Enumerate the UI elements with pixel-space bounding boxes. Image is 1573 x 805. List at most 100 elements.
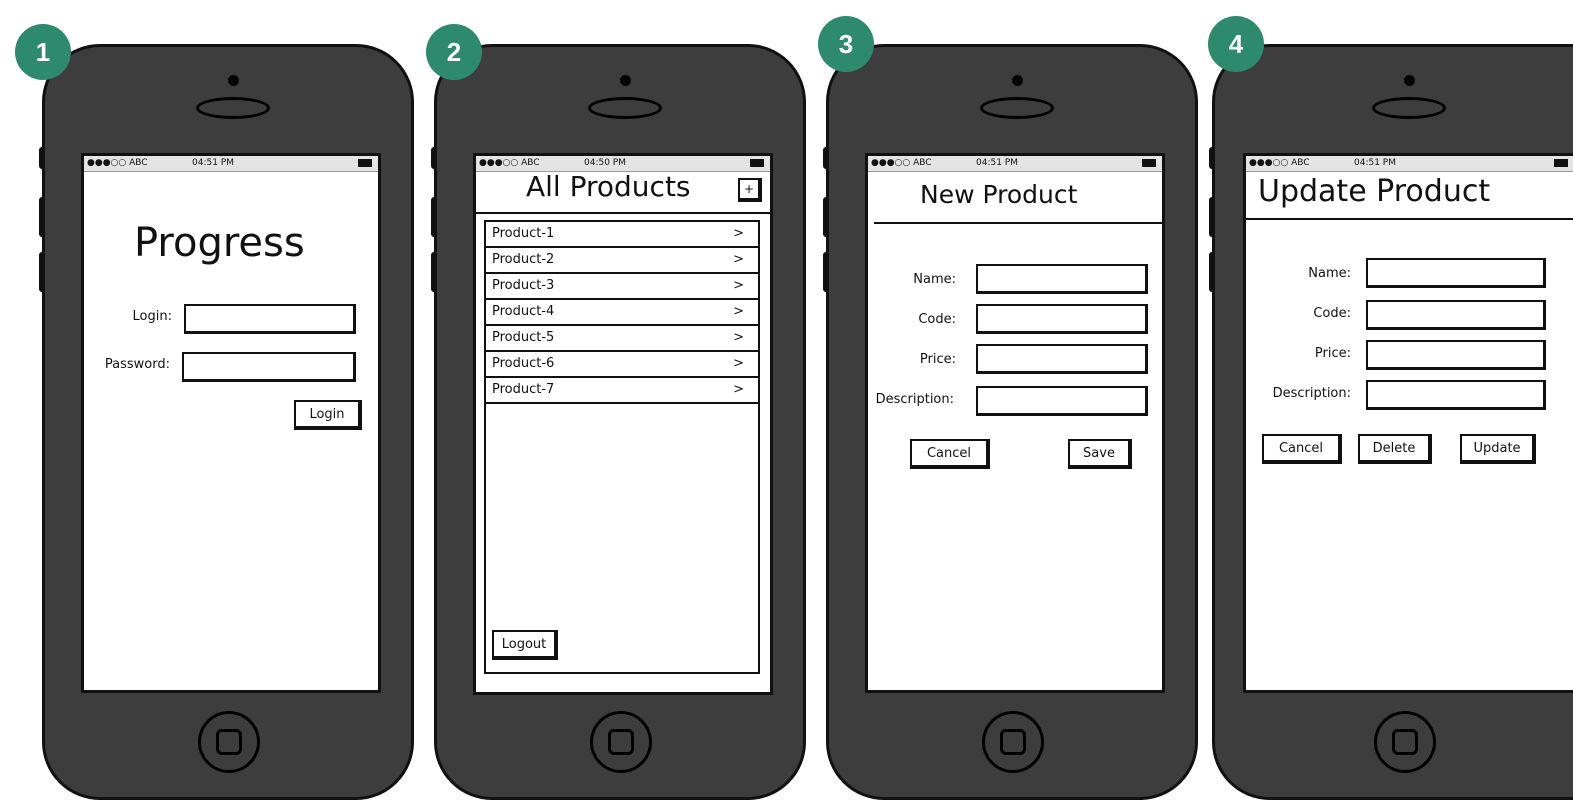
code-field[interactable] (976, 304, 1148, 334)
description-field[interactable] (1366, 380, 1546, 410)
clock-label: 04:50 PM (584, 158, 626, 168)
step-badge-1: 1 (15, 24, 71, 80)
home-button[interactable] (1374, 711, 1436, 773)
step-badge-4: 4 (1208, 16, 1264, 72)
home-button[interactable] (198, 711, 260, 773)
price-label: Price: (1314, 346, 1351, 361)
side-button (39, 252, 45, 292)
speaker-icon (196, 97, 270, 119)
description-field[interactable] (976, 386, 1148, 416)
description-label: Description: (875, 392, 954, 407)
price-label: Price: (919, 352, 956, 367)
phone-3: ●●●○○ ABC 04:51 PM New Product Name: Cod… (823, 44, 1198, 800)
cancel-button[interactable]: Cancel (1262, 434, 1342, 464)
password-field[interactable] (182, 352, 356, 382)
product-name: Product-4 (492, 304, 555, 319)
battery-icon (358, 159, 372, 167)
clock-label: 04:51 PM (1354, 158, 1396, 168)
side-button (1209, 197, 1215, 237)
list-item[interactable]: Product-4 > (486, 300, 758, 326)
login-button[interactable]: Login (294, 400, 362, 430)
price-field[interactable] (976, 344, 1148, 374)
save-button[interactable]: Save (1068, 439, 1132, 469)
name-field[interactable] (976, 264, 1148, 294)
list-item[interactable]: Product-1 > (486, 222, 758, 248)
battery-icon (1142, 159, 1156, 167)
chevron-right-icon: > (733, 226, 744, 241)
product-name: Product-7 (492, 382, 555, 397)
side-button (823, 252, 829, 292)
camera-dot (228, 75, 239, 86)
page-title: New Product (920, 180, 1078, 209)
list-item[interactable]: Product-3 > (486, 274, 758, 300)
name-field[interactable] (1366, 258, 1546, 288)
phone-4: ●●●○○ ABC 04:51 PM Update Product Name: … (1209, 44, 1573, 800)
chevron-right-icon: > (733, 382, 744, 397)
carrier-label: ●●●○○ ABC (871, 158, 932, 168)
list-item[interactable]: Product-2 > (486, 248, 758, 274)
home-button[interactable] (982, 711, 1044, 773)
login-field[interactable] (184, 304, 356, 334)
list-item[interactable]: Product-7 > (486, 378, 758, 404)
password-label: Password: (104, 357, 170, 372)
page-title: All Products (526, 170, 691, 203)
product-name: Product-6 (492, 356, 555, 371)
clock-label: 04:51 PM (976, 158, 1018, 168)
delete-button[interactable]: Delete (1358, 434, 1432, 464)
clock-label: 04:51 PM (192, 158, 234, 168)
list-item[interactable]: Product-5 > (486, 326, 758, 352)
cancel-button[interactable]: Cancel (910, 439, 990, 469)
carrier-label: ●●●○○ ABC (479, 158, 540, 168)
chevron-right-icon: > (733, 304, 744, 319)
step-badge-3: 3 (818, 16, 874, 72)
code-field[interactable] (1366, 300, 1546, 330)
price-field[interactable] (1366, 340, 1546, 370)
screen-all-products: ●●●○○ ABC 04:50 PM All Products + Produc… (473, 153, 773, 695)
product-name: Product-2 (492, 252, 555, 267)
product-list: Product-1 > Product-2 > Product-3 > Product… (484, 220, 760, 674)
carrier-label: ●●●○○ ABC (87, 158, 148, 168)
title-divider (874, 222, 1162, 224)
status-bar: ●●●○○ ABC 04:51 PM (868, 156, 1162, 172)
code-label: Code: (918, 312, 956, 327)
battery-icon (1554, 159, 1568, 167)
title-divider (1246, 218, 1573, 220)
speaker-icon (980, 97, 1054, 119)
side-button (1209, 252, 1215, 292)
speaker-icon (588, 97, 662, 119)
step-badge-2: 2 (426, 24, 482, 80)
home-square-icon (1392, 729, 1418, 755)
phone-2: ●●●○○ ABC 04:50 PM All Products + Produc… (431, 44, 806, 800)
list-item[interactable]: Product-6 > (486, 352, 758, 378)
status-bar: ●●●○○ ABC 04:51 PM (1246, 156, 1573, 172)
name-label: Name: (1308, 266, 1351, 281)
battery-icon (750, 159, 764, 167)
camera-dot (620, 75, 631, 86)
camera-dot (1404, 75, 1415, 86)
update-button[interactable]: Update (1460, 434, 1536, 464)
product-name: Product-1 (492, 226, 555, 241)
home-button[interactable] (590, 711, 652, 773)
side-button (823, 197, 829, 237)
side-button (39, 197, 45, 237)
home-square-icon (1000, 729, 1026, 755)
screen-login: ●●●○○ ABC 04:51 PM Progress Login: Passw… (81, 153, 381, 693)
login-label: Login: (132, 309, 172, 324)
add-product-button[interactable]: + (738, 178, 762, 202)
logout-button[interactable]: Logout (492, 630, 558, 660)
carrier-label: ●●●○○ ABC (1249, 158, 1310, 168)
chevron-right-icon: > (733, 330, 744, 345)
screen-new-product: ●●●○○ ABC 04:51 PM New Product Name: Cod… (865, 153, 1165, 693)
phone-1: ●●●○○ ABC 04:51 PM Progress Login: Passw… (39, 44, 414, 800)
side-button (823, 147, 829, 169)
side-button (431, 197, 437, 237)
chevron-right-icon: > (733, 356, 744, 371)
chevron-right-icon: > (733, 278, 744, 293)
code-label: Code: (1313, 306, 1351, 321)
product-name: Product-5 (492, 330, 555, 345)
chevron-right-icon: > (733, 252, 744, 267)
side-button (431, 252, 437, 292)
speaker-icon (1372, 97, 1446, 119)
side-button (39, 147, 45, 169)
home-square-icon (608, 729, 634, 755)
